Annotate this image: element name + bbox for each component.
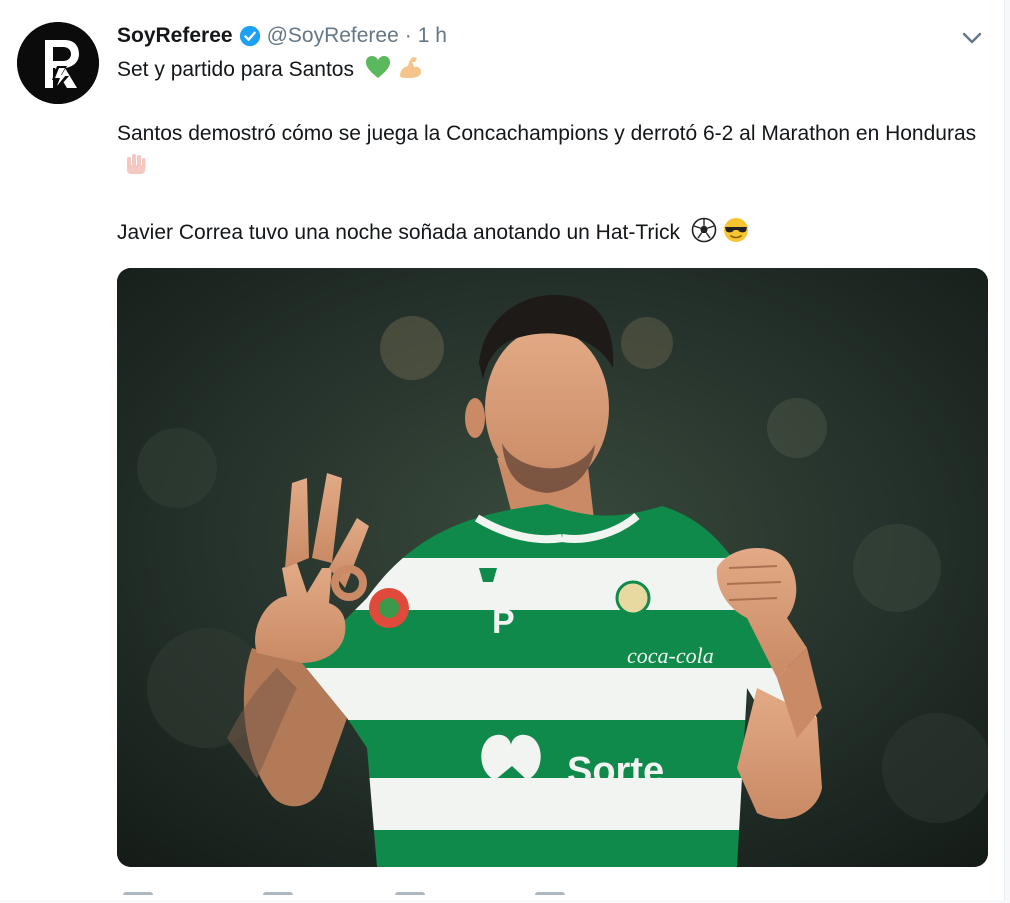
chevron-down-icon[interactable] bbox=[958, 26, 986, 50]
raised-hand-icon bbox=[121, 151, 149, 177]
jersey-sponsor-text: coca-cola bbox=[627, 643, 714, 668]
soccer-ball-icon bbox=[690, 217, 718, 243]
avatar[interactable] bbox=[17, 22, 99, 104]
tweet-text-3: Javier Correa tuvo una noche soñada anot… bbox=[117, 221, 681, 244]
display-name[interactable]: SoyReferee bbox=[117, 24, 233, 48]
tweet-actions bbox=[117, 888, 677, 900]
svg-text:P: P bbox=[492, 603, 515, 641]
tweet-card[interactable]: SoyReferee @SoyReferee · 1 h Set y parti… bbox=[0, 0, 1005, 900]
flexed-biceps-icon bbox=[396, 54, 424, 80]
tweet-text-1: Set y partido para Santos bbox=[117, 58, 354, 81]
sunglasses-face-icon bbox=[722, 217, 750, 243]
jersey-text: Sorte bbox=[567, 750, 664, 792]
reply-icon[interactable] bbox=[123, 892, 153, 903]
separator-dot: · bbox=[404, 24, 412, 47]
timestamp[interactable]: 1 h bbox=[418, 24, 447, 48]
green-heart-icon bbox=[364, 54, 392, 80]
tweet-text-line-1: Set y partido para Santos bbox=[117, 53, 997, 86]
soyreferee-logo-icon bbox=[17, 22, 99, 104]
retweet-icon[interactable] bbox=[263, 892, 293, 903]
user-handle[interactable]: @SoyReferee bbox=[267, 24, 399, 48]
tweet-text-line-3: Javier Correa tuvo una noche soñada anot… bbox=[117, 216, 997, 249]
tweet-header: SoyReferee @SoyReferee · 1 h bbox=[117, 20, 447, 52]
tweet-text-2: Santos demostró cómo se juega la Concach… bbox=[117, 122, 977, 145]
tweet-photo[interactable]: P coca-cola Sorte bbox=[117, 268, 988, 867]
tweet-text-line-2: Santos demostró cómo se juega la Concach… bbox=[117, 117, 997, 183]
like-icon[interactable] bbox=[395, 892, 425, 903]
share-icon[interactable] bbox=[535, 892, 565, 903]
player-photo-image: P coca-cola Sorte bbox=[117, 268, 988, 867]
verified-badge-icon bbox=[239, 25, 261, 47]
